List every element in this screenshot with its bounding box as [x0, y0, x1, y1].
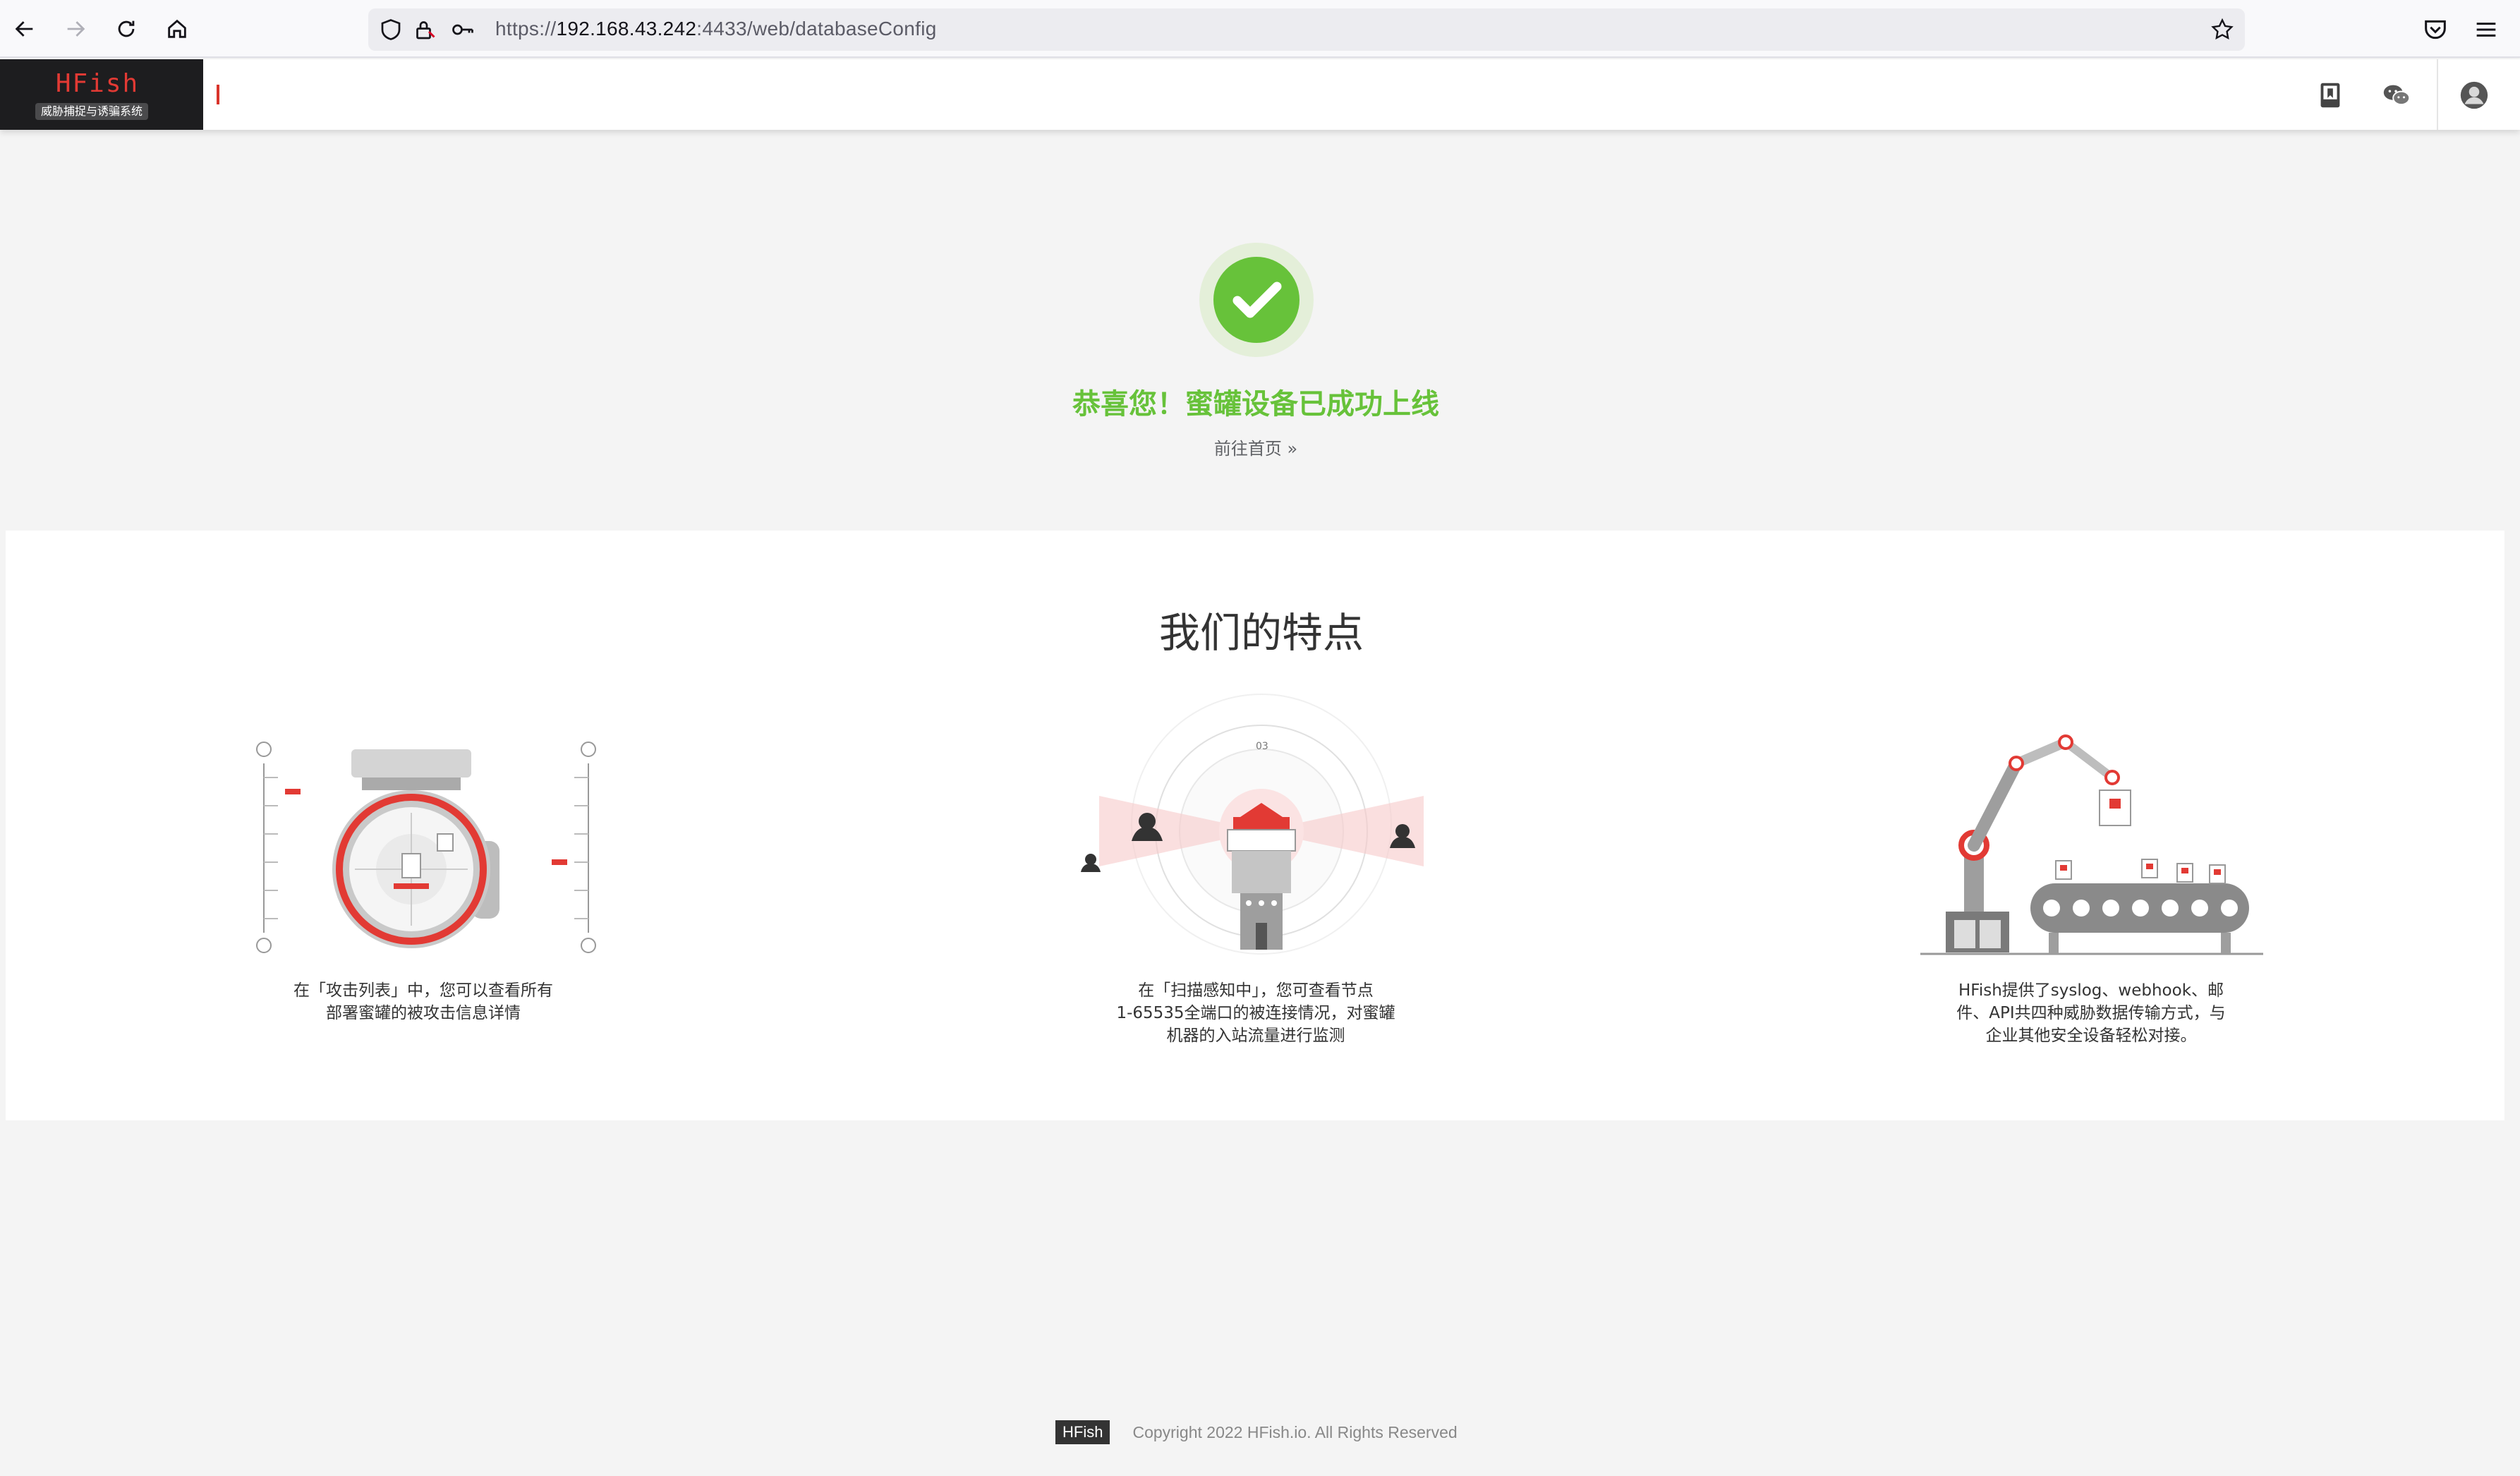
star-icon[interactable]	[2210, 17, 2235, 42]
reload-icon[interactable]	[111, 14, 141, 44]
url-text[interactable]: https://192.168.43.242:4433/web/database…	[495, 18, 937, 40]
success-title: 恭喜您！蜜罐设备已成功上线	[1072, 388, 1439, 421]
logo[interactable]: HFish 威胁捕捉与诱骗系统	[0, 59, 203, 130]
footer-copyright: Copyright 2022 HFish.io. All Rights Rese…	[1132, 1422, 1458, 1441]
double-chevron-right-icon: »	[1287, 439, 1298, 459]
header-divider	[2437, 59, 2438, 130]
scan-tower-illustration: 03	[1081, 694, 1424, 955]
feature-text-attack-list: 在「攻击列表」中，您可以查看所有 部署蜜罐的被攻击信息详情	[293, 981, 553, 1022]
home-icon[interactable]	[162, 14, 192, 44]
menu-icon[interactable]	[2472, 16, 2500, 44]
docs-icon[interactable]	[2314, 79, 2346, 111]
nav-indicator	[217, 85, 219, 104]
browser-toolbar: https://192.168.43.242:4433/web/database…	[0, 0, 2520, 58]
footer: HFish Copyright 2022 HFish.io. All Right…	[1055, 1420, 1458, 1445]
shield-icon[interactable]	[378, 17, 404, 42]
feature-text-integration: HFish提供了syslog、webhook、邮 件、API共四种威胁数据传输方…	[1956, 981, 2226, 1045]
success-icon	[1199, 243, 1314, 357]
footer-badge: HFish	[1055, 1420, 1110, 1444]
attack-list-illustration	[256, 742, 596, 953]
lock-icon[interactable]	[412, 17, 437, 42]
feature-text-scan: 在「扫描感知中」，您可查看节点 1-65535全端口的被连接情况，对蜜罐 机器的…	[1116, 981, 1395, 1045]
user-avatar-icon[interactable]	[2458, 79, 2490, 111]
features-section: 我们的特点 在「攻击列表」中，您可以查看所有 部署蜜罐的被攻击信息详情 03 在…	[6, 531, 2504, 1120]
features-title: 我们的特点	[1158, 609, 1364, 657]
key-icon[interactable]	[450, 17, 475, 42]
forward-icon[interactable]	[61, 14, 90, 44]
pocket-icon[interactable]	[2421, 16, 2449, 44]
logo-title: HFish	[55, 69, 140, 98]
wechat-icon[interactable]	[2380, 79, 2413, 111]
svg-text:03: 03	[1256, 741, 1268, 752]
back-icon[interactable]	[10, 14, 40, 44]
robot-arm-illustration	[1920, 734, 2263, 955]
home-link[interactable]: 前往首页 »	[1058, 435, 1453, 459]
check-icon	[1232, 282, 1282, 318]
app-header: HFish 威胁捕捉与诱骗系统	[0, 59, 2520, 130]
logo-subtitle: 威胁捕捉与诱骗系统	[35, 103, 149, 120]
url-bar[interactable]: https://192.168.43.242:4433/web/database…	[368, 8, 2245, 51]
